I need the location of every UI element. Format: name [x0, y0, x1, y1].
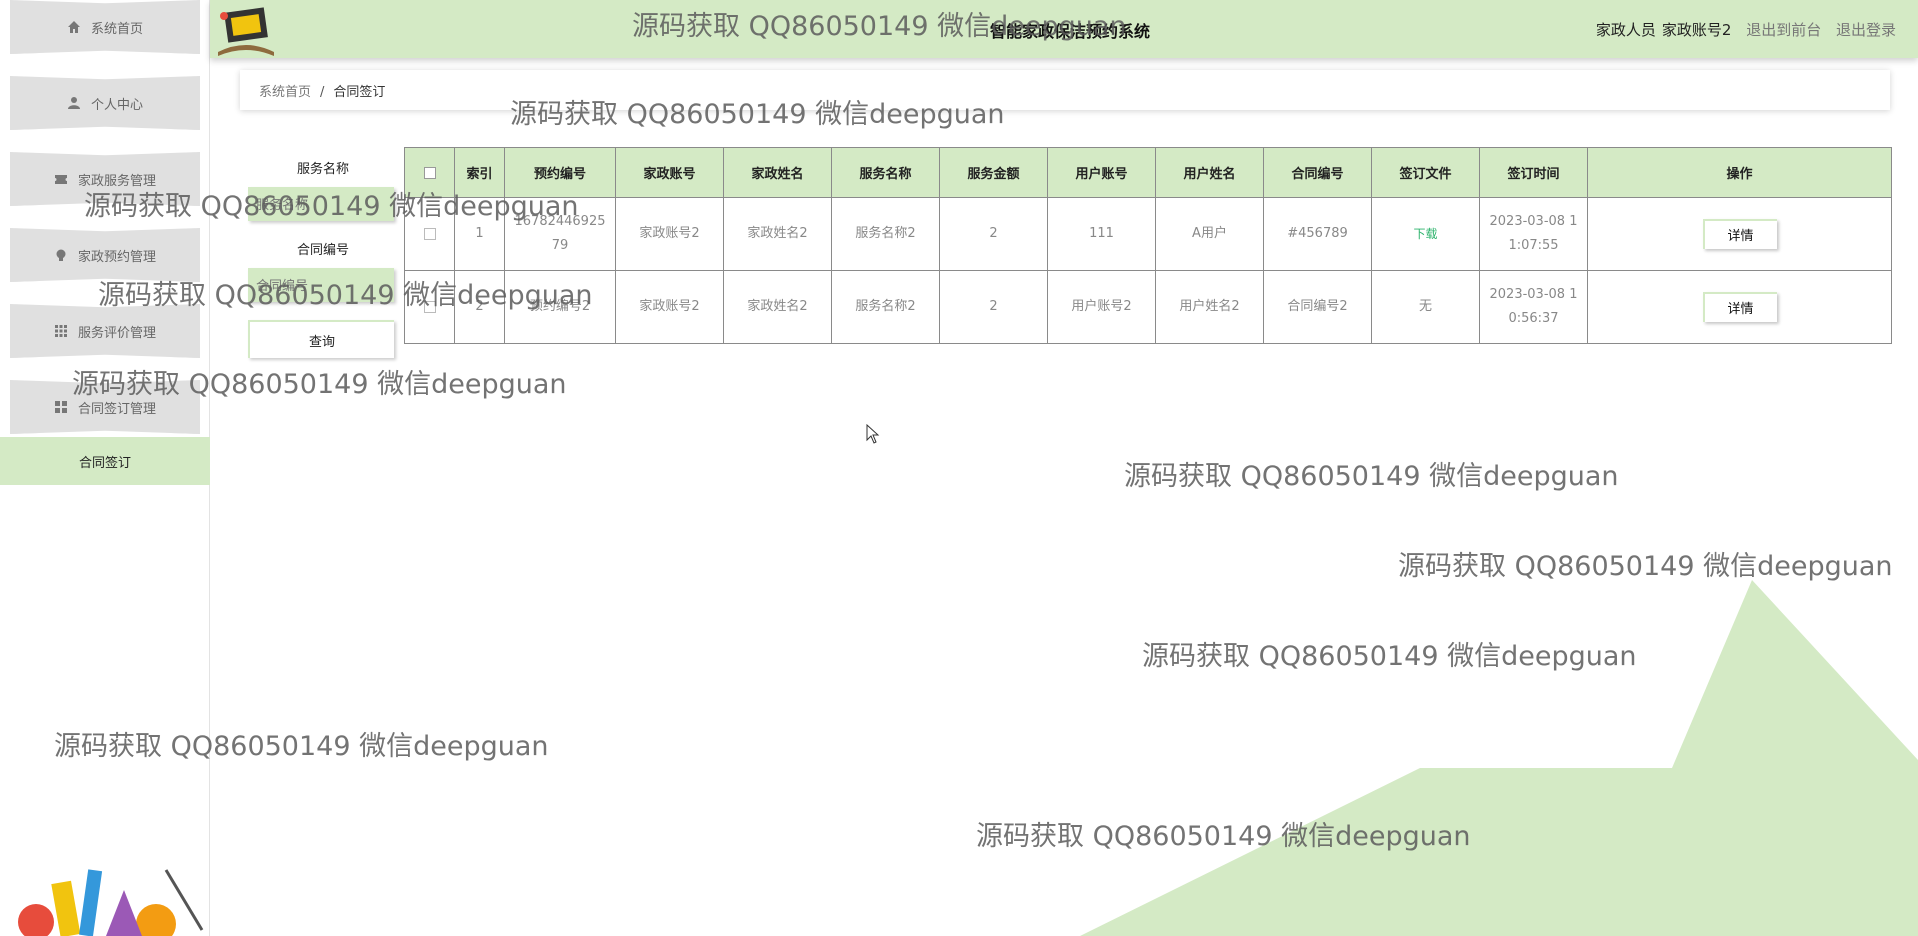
sidebar: 系统首页 个人中心 家政服务管理 家政预约管理 服务评价管理 合同签订管理 合同…	[0, 0, 210, 936]
apps-icon	[54, 401, 67, 413]
cell-staff-account: 家政账号2	[615, 197, 724, 271]
sidebar-logo	[18, 869, 204, 936]
header-logo	[218, 7, 274, 56]
sidebar-subitem-label: 合同签订	[78, 455, 131, 471]
select-all-cell	[404, 147, 455, 198]
cell-staff-name: 家政姓名2	[723, 197, 832, 271]
username: 家政账号2	[1661, 21, 1732, 39]
cell-index: 2	[454, 270, 505, 344]
breadcrumb: 系统首页 / 合同签订	[240, 70, 1890, 110]
user-role: 家政人员	[1595, 21, 1656, 39]
column-header: 预约编号	[504, 147, 616, 198]
cell-service-name: 服务名称2	[831, 197, 940, 271]
sidebar-item-label: 服务评价管理	[77, 325, 156, 341]
service-name-label: 服务名称	[296, 162, 349, 177]
cell-contract-no: 合同编号2	[1263, 270, 1372, 344]
cell-file: 无	[1371, 270, 1480, 344]
home-icon	[67, 21, 80, 33]
breadcrumb-current: 合同签订	[333, 85, 386, 100]
search-form: 服务名称 合同编号 查询	[248, 158, 398, 358]
column-header: 家政姓名	[723, 147, 832, 198]
row-select-cell	[404, 197, 455, 271]
cell-user-name: A用户	[1155, 197, 1264, 271]
back-to-front-link[interactable]: 退出到前台	[1746, 21, 1821, 39]
sidebar-subitem-contract-sign[interactable]: 合同签订	[0, 437, 210, 485]
row-checkbox[interactable]	[423, 300, 436, 313]
background-decoration	[1080, 580, 1918, 936]
sidebar-item-service[interactable]: 家政服务管理	[10, 152, 200, 206]
contract-no-label: 合同编号	[296, 243, 349, 258]
sidebar-item-review[interactable]: 服务评价管理	[10, 304, 200, 358]
contract-no-input[interactable]	[248, 268, 394, 302]
top-header: 智能家政保洁预约系统 家政人员 家政账号2 退出到前台 退出登录	[210, 0, 1918, 58]
service-name-input[interactable]	[248, 187, 394, 221]
cell-action: 详情	[1587, 197, 1892, 271]
cell-action: 详情	[1587, 270, 1892, 344]
query-button[interactable]: 查询	[248, 320, 394, 358]
sidebar-item-home[interactable]: 系统首页	[10, 0, 200, 54]
column-header: 服务金额	[939, 147, 1048, 198]
table-header-row: 索引 预约编号 家政账号 家政姓名 服务名称 服务金额 用户账号 用户姓名 合同…	[404, 147, 1892, 198]
app-title: 智能家政保洁预约系统	[990, 22, 1151, 41]
logout-link[interactable]: 退出登录	[1836, 21, 1896, 39]
cell-user-account: 用户账号2	[1047, 270, 1156, 344]
table-row: 1 1678244692579 家政账号2 家政姓名2 服务名称2 2 111 …	[404, 197, 1892, 271]
cell-time: 2023-03-08 11:07:55	[1479, 197, 1588, 271]
cell-booking-no: 预约编号2	[504, 270, 616, 344]
cell-file: 下载	[1371, 197, 1480, 271]
row-select-cell	[404, 270, 455, 344]
sidebar-item-label: 合同签订管理	[77, 401, 156, 417]
sidebar-item-label: 家政预约管理	[77, 249, 156, 265]
cell-amount: 2	[939, 197, 1048, 271]
detail-button[interactable]: 详情	[1702, 218, 1777, 249]
user-icon	[67, 97, 80, 109]
grid-icon	[54, 325, 67, 337]
contract-table: 索引 预约编号 家政账号 家政姓名 服务名称 服务金额 用户账号 用户姓名 合同…	[404, 147, 1892, 344]
sidebar-item-label: 家政服务管理	[77, 173, 156, 189]
column-header: 操作	[1587, 147, 1892, 198]
download-link[interactable]: 下载	[1413, 227, 1437, 241]
sidebar-item-label: 系统首页	[90, 21, 143, 37]
cell-contract-no: #456789	[1263, 197, 1372, 271]
sidebar-item-label: 个人中心	[90, 97, 143, 113]
breadcrumb-separator: /	[320, 85, 325, 100]
cell-user-name: 用户姓名2	[1155, 270, 1264, 344]
column-header: 签订文件	[1371, 147, 1480, 198]
cell-amount: 2	[939, 270, 1048, 344]
column-header: 服务名称	[831, 147, 940, 198]
lightbulb-icon	[56, 249, 66, 261]
cell-time: 2023-03-08 10:56:37	[1479, 270, 1588, 344]
cell-staff-account: 家政账号2	[615, 270, 724, 344]
column-header: 签订时间	[1479, 147, 1588, 198]
ticket-icon	[54, 175, 67, 184]
header-user-area: 家政人员 家政账号2 退出到前台 退出登录	[1586, 19, 1896, 40]
column-header: 用户账号	[1047, 147, 1156, 198]
column-header: 合同编号	[1263, 147, 1372, 198]
sidebar-item-contract[interactable]: 合同签订管理	[10, 380, 200, 434]
cell-booking-no: 1678244692579	[504, 197, 616, 271]
cell-user-account: 111	[1047, 197, 1156, 271]
column-header: 索引	[454, 147, 505, 198]
cell-staff-name: 家政姓名2	[723, 270, 832, 344]
table-row: 2 预约编号2 家政账号2 家政姓名2 服务名称2 2 用户账号2 用户姓名2 …	[404, 270, 1892, 344]
detail-button[interactable]: 详情	[1702, 291, 1777, 322]
breadcrumb-home[interactable]: 系统首页	[259, 85, 311, 100]
sidebar-item-booking[interactable]: 家政预约管理	[10, 228, 200, 282]
column-header: 用户姓名	[1155, 147, 1264, 198]
column-header: 家政账号	[615, 147, 724, 198]
cell-index: 1	[454, 197, 505, 271]
cell-service-name: 服务名称2	[831, 270, 940, 344]
row-checkbox[interactable]	[423, 227, 436, 240]
sidebar-item-profile[interactable]: 个人中心	[10, 76, 200, 130]
mouse-cursor-icon	[866, 424, 880, 444]
select-all-checkbox[interactable]	[423, 166, 436, 179]
